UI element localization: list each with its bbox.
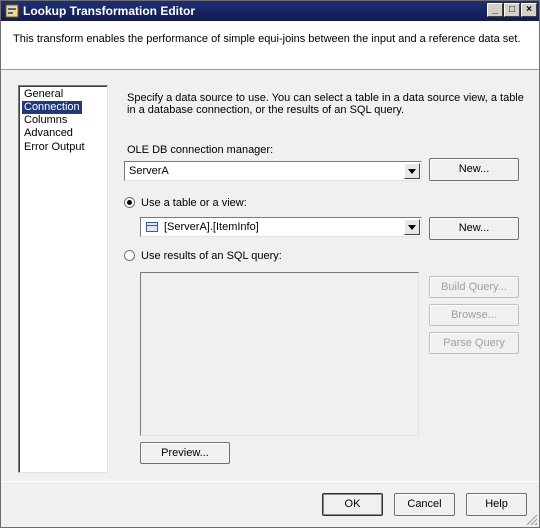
new-table-button[interactable]: New... <box>429 217 519 240</box>
connection-intro-text: Specify a data source to use. You can se… <box>127 92 524 116</box>
use-sql-radio[interactable] <box>124 250 135 261</box>
preview-button[interactable]: Preview... <box>140 442 230 464</box>
nav-item-advanced[interactable]: Advanced <box>22 127 75 140</box>
window-title: Lookup Transformation Editor <box>23 4 196 18</box>
nav-item-columns[interactable]: Columns <box>22 114 69 127</box>
browse-button[interactable]: Browse... <box>429 304 519 326</box>
connection-manager-dropdown[interactable]: ServerA <box>124 161 422 181</box>
build-query-button[interactable]: Build Query... <box>429 276 519 298</box>
use-table-radio[interactable] <box>124 197 135 208</box>
table-view-value: [ServerA].[ItemInfo] <box>164 221 259 233</box>
connection-manager-label: OLE DB connection manager: <box>127 144 274 156</box>
nav-item-error-output[interactable]: Error Output <box>22 141 87 154</box>
use-sql-label[interactable]: Use results of an SQL query: <box>141 250 282 262</box>
footer-divider <box>1 481 539 482</box>
new-connection-button[interactable]: New... <box>429 158 519 181</box>
title-bar[interactable]: Lookup Transformation Editor _ □ × <box>1 1 539 21</box>
table-icon <box>146 222 158 232</box>
sql-query-textarea[interactable] <box>140 272 419 436</box>
ok-button[interactable]: OK <box>322 493 383 516</box>
nav-item-general[interactable]: General <box>22 88 65 101</box>
use-table-label[interactable]: Use a table or a view: <box>141 197 247 209</box>
close-button[interactable]: × <box>521 3 537 17</box>
chevron-down-icon[interactable] <box>404 163 420 179</box>
connection-manager-value: ServerA <box>129 165 169 177</box>
parse-query-button[interactable]: Parse Query <box>429 332 519 354</box>
page-navigation-list[interactable]: General Connection Columns Advanced Erro… <box>18 85 108 473</box>
header-description: This transform enables the performance o… <box>13 33 521 45</box>
help-button[interactable]: Help <box>466 493 527 516</box>
maximize-button[interactable]: □ <box>504 3 520 17</box>
lookup-transformation-editor-window: Lookup Transformation Editor _ □ × This … <box>0 0 540 528</box>
table-view-dropdown[interactable]: [ServerA].[ItemInfo] <box>140 217 422 237</box>
chevron-down-icon[interactable] <box>404 219 420 235</box>
cancel-button[interactable]: Cancel <box>394 493 455 516</box>
app-icon <box>5 4 19 18</box>
minimize-button[interactable]: _ <box>487 3 503 17</box>
header-panel: This transform enables the performance o… <box>1 21 539 70</box>
nav-item-connection[interactable]: Connection <box>22 101 82 114</box>
resize-grip-icon[interactable] <box>525 513 537 525</box>
